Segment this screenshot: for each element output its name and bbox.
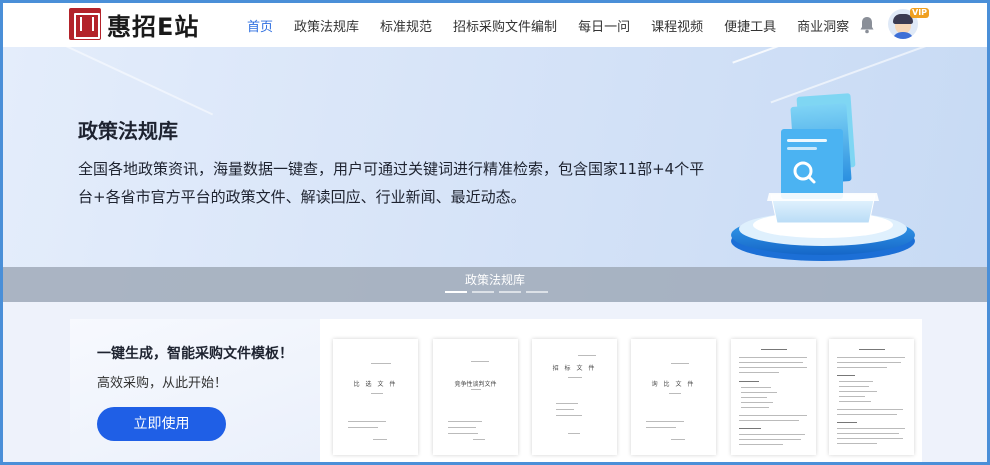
hero-banner[interactable]: 政策法规库 全国各地政策资讯，海量数据一键查，用户可通过关键词进行精准检索，包含… bbox=[3, 47, 987, 302]
nav-item-standards[interactable]: 标准规范 bbox=[380, 16, 432, 35]
use-now-button[interactable]: 立即使用 bbox=[97, 407, 226, 441]
vip-badge: VIP bbox=[910, 8, 930, 18]
banner-deco-line bbox=[12, 47, 214, 116]
logo-text: 惠招E站 bbox=[107, 12, 200, 41]
promo-panel: 一键生成，智能采购文件模板！ 高效采购，从此开始！ 立即使用 bbox=[70, 319, 320, 462]
carousel-dot[interactable] bbox=[526, 291, 548, 293]
nav-item-policy-library[interactable]: 政策法规库 bbox=[294, 16, 359, 35]
avatar-body bbox=[892, 32, 914, 39]
nav-item-home[interactable]: 首页 bbox=[247, 16, 273, 35]
nav-item-tender-docs[interactable]: 招标采购文件编制 bbox=[453, 16, 557, 35]
document-template-card[interactable]: 竞争性谈判文件 bbox=[433, 339, 518, 455]
main-nav: 首页 政策法规库 标准规范 招标采购文件编制 每日一问 课程视频 便捷工具 商业… bbox=[247, 3, 870, 47]
document-template-card[interactable]: 招 标 文 件 bbox=[532, 339, 617, 455]
carousel-dot[interactable] bbox=[472, 291, 494, 293]
nav-item-tools[interactable]: 便捷工具 bbox=[724, 16, 776, 35]
logo-mark-icon bbox=[69, 8, 101, 40]
page-frame: 惠招E站 首页 政策法规库 标准规范 招标采购文件编制 每日一问 课程视频 便捷… bbox=[3, 3, 987, 462]
banner-title: 政策法规库 bbox=[78, 119, 178, 143]
carousel-caption: 政策法规库 bbox=[464, 273, 525, 287]
document-template-card[interactable]: 询 比 文 件 bbox=[631, 339, 716, 455]
document-template-card[interactable] bbox=[829, 339, 914, 455]
document-template-card[interactable]: 比 选 文 件 bbox=[333, 339, 418, 455]
document-template-title: 比 选 文 件 bbox=[353, 381, 398, 388]
site-logo[interactable]: 惠招E站 bbox=[69, 7, 199, 41]
carousel-caption-bar: 政策法规库 bbox=[3, 267, 987, 302]
top-header: 惠招E站 首页 政策法规库 标准规范 招标采购文件编制 每日一问 课程视频 便捷… bbox=[3, 3, 987, 47]
carousel-indicators bbox=[445, 291, 553, 293]
template-promo-section: 一键生成，智能采购文件模板！ 高效采购，从此开始！ 立即使用 比 选 文 件 竞… bbox=[70, 319, 922, 462]
nav-item-business-insight[interactable]: 商业洞察 bbox=[797, 16, 849, 35]
promo-title: 一键生成，智能采购文件模板！ bbox=[97, 346, 293, 362]
banner-description: 全国各地政策资讯，海量数据一键查，用户可通过关键词进行精准检索，包含国家11部+… bbox=[78, 160, 705, 206]
carousel-dot[interactable] bbox=[445, 291, 467, 293]
carousel-dot[interactable] bbox=[499, 291, 521, 293]
nav-item-course-videos[interactable]: 课程视频 bbox=[651, 16, 703, 35]
document-template-title: 询 比 文 件 bbox=[651, 381, 696, 388]
promo-subtitle: 高效采购，从此开始！ bbox=[97, 376, 228, 391]
document-template-title: 竞争性谈判文件 bbox=[454, 381, 497, 388]
bell-icon[interactable] bbox=[859, 16, 875, 34]
document-search-illustration-icon bbox=[731, 93, 915, 261]
document-template-card[interactable] bbox=[731, 339, 816, 455]
banner-deco-line bbox=[732, 47, 987, 64]
document-template-title: 招 标 文 件 bbox=[552, 365, 597, 372]
nav-item-daily-question[interactable]: 每日一问 bbox=[578, 16, 630, 35]
